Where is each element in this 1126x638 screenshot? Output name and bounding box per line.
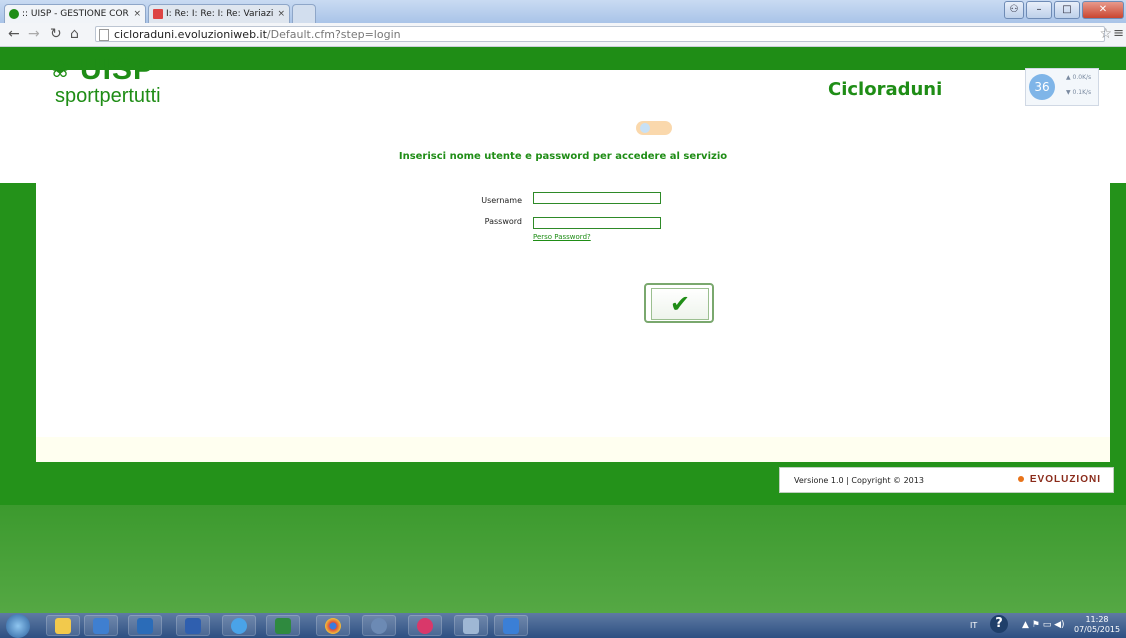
help-icon[interactable]: ?: [990, 615, 1008, 633]
url-host: cicloraduni.evoluzioniweb.it: [114, 28, 267, 41]
itunes-icon[interactable]: [408, 615, 442, 636]
new-tab-button[interactable]: [292, 4, 316, 23]
reload-icon[interactable]: ↻: [50, 26, 62, 42]
forgot-password-link[interactable]: Perso Password?: [533, 233, 591, 241]
tab-title: I: Re: I: Re: I: Re: Variazione: [166, 9, 274, 19]
address-toolbar: ← → ↻ ⌂ cicloraduni.evoluzioniweb.it/Def…: [0, 23, 1126, 47]
clock-time: 11:28: [1085, 615, 1109, 624]
photo-icon[interactable]: [454, 615, 488, 636]
window-controls: ⚇ – □ ✕: [1004, 1, 1124, 19]
tray-icons[interactable]: ▲ ⚑ ▭ ◀): [1022, 620, 1065, 630]
network-meter: 36: [1029, 74, 1055, 100]
url-path: /Default.cfm?step=login: [266, 28, 401, 41]
music-icon[interactable]: [494, 615, 528, 636]
right-green-band: [1110, 183, 1126, 437]
submit-button-face: ✔: [651, 288, 709, 320]
evoluzioni-logo-text: EVOLUZIONI: [1029, 474, 1101, 485]
bookmark-star-icon[interactable]: ☆: [1099, 26, 1112, 42]
tab-gmail[interactable]: I: Re: I: Re: I: Re: Variazione ×: [148, 4, 290, 23]
logo-subtitle: sportpertutti: [55, 85, 161, 107]
download-speed: ▼ 0.1K/s: [1066, 89, 1092, 96]
excel-icon[interactable]: [266, 615, 300, 636]
browser-tab-bar: :: UISP - GESTIONE CORSI × I: Re: I: Re:…: [0, 0, 1126, 23]
internet-explorer-icon[interactable]: [222, 615, 256, 636]
page-title: Cicloraduni: [828, 79, 943, 100]
home-icon[interactable]: ⌂: [70, 26, 79, 42]
content-bottom-strip: [36, 437, 1110, 462]
username-label: Username: [481, 196, 522, 205]
tab-title: :: UISP - GESTIONE CORSI: [22, 9, 130, 19]
gmail-favicon-icon: [153, 9, 163, 19]
explorer-icon[interactable]: [46, 615, 80, 636]
page-icon: [99, 29, 109, 41]
itunes-helper-icon[interactable]: [362, 615, 396, 636]
upload-speed: ▲ 0.0K/s: [1066, 74, 1092, 81]
word-icon[interactable]: [176, 615, 210, 636]
network-speed-widget[interactable]: 36 ▲ 0.0K/s ▼ 0.1K/s: [1025, 68, 1099, 106]
content-panel: [36, 70, 1110, 437]
clock-date: 07/05/2015: [1074, 625, 1121, 634]
login-prompt: Inserisci nome utente e password per acc…: [398, 151, 728, 162]
left-green-band: [0, 183, 36, 437]
language-indicator[interactable]: IT: [970, 621, 977, 630]
outlook-icon[interactable]: [128, 615, 162, 636]
menu-icon[interactable]: ≡: [1113, 26, 1124, 41]
start-button[interactable]: [6, 614, 30, 638]
minimize-button[interactable]: –: [1026, 1, 1052, 19]
forward-icon[interactable]: →: [28, 26, 40, 42]
close-tab-icon[interactable]: ×: [133, 9, 141, 19]
back-icon[interactable]: ←: [8, 26, 20, 42]
web-page: ❀ UISP sportpertutti Cicloraduni 36 ▲ 0.…: [0, 47, 1126, 613]
status-badge: [636, 121, 672, 135]
close-window-button[interactable]: ✕: [1082, 1, 1124, 19]
maximize-button[interactable]: □: [1054, 1, 1080, 19]
password-input[interactable]: [533, 217, 661, 229]
evoluzioni-mark-icon: [1017, 476, 1024, 483]
windows-taskbar: IT ? ▲ ⚑ ▭ ◀) 11:28 07/05/2015: [0, 613, 1126, 638]
media-player-icon[interactable]: [84, 615, 118, 636]
footer-box: Versione 1.0 | Copyright © 2013 EVOLUZIO…: [779, 467, 1114, 493]
page-bottom-area: [0, 505, 1126, 613]
user-icon[interactable]: ⚇: [1004, 1, 1024, 19]
login-submit-button[interactable]: ✔: [644, 283, 714, 323]
uisp-emblem-icon: ❀: [50, 55, 71, 83]
url-input[interactable]: cicloraduni.evoluzioniweb.it/Default.cfm…: [95, 26, 1105, 42]
logo-text: UISP: [80, 53, 155, 86]
uisp-logo[interactable]: ❀ UISP sportpertutti: [50, 53, 180, 115]
username-input[interactable]: [533, 192, 661, 204]
evoluzioni-logo[interactable]: EVOLUZIONI: [1017, 474, 1101, 485]
password-label: Password: [484, 217, 522, 226]
close-tab-icon[interactable]: ×: [277, 9, 285, 19]
clock[interactable]: 11:28 07/05/2015: [1074, 615, 1120, 635]
uisp-favicon-icon: [9, 9, 19, 19]
version-text: Versione 1.0 | Copyright © 2013: [794, 476, 924, 485]
tab-uisp[interactable]: :: UISP - GESTIONE CORSI ×: [4, 4, 146, 23]
chrome-icon[interactable]: [316, 615, 350, 636]
checkmark-icon: ✔: [670, 290, 691, 318]
